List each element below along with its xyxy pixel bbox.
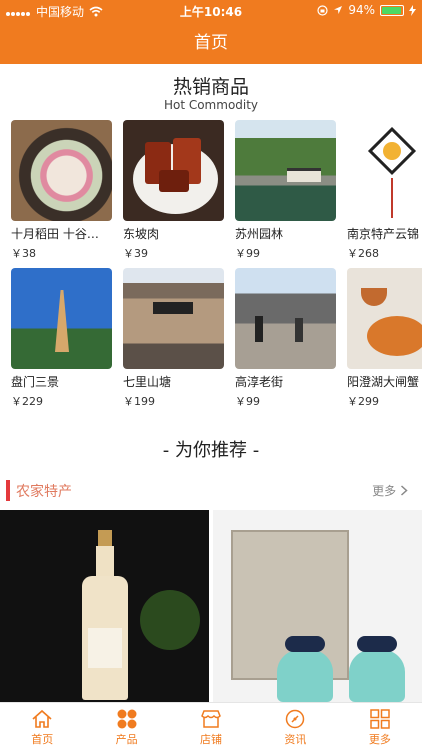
status-bar: 中国移动 上午10:46 94% bbox=[0, 0, 422, 22]
product-price: ￥99 bbox=[235, 395, 260, 408]
orientation-lock-icon bbox=[317, 4, 328, 16]
product-image bbox=[235, 120, 336, 221]
product-card[interactable]: 七里山塘 ￥199 bbox=[123, 268, 224, 408]
product-card[interactable]: 东坡肉 ￥39 bbox=[123, 120, 224, 260]
products-icon bbox=[117, 709, 137, 729]
chevron-right-icon bbox=[400, 485, 408, 496]
home-icon bbox=[32, 709, 52, 728]
more-link[interactable]: 更多 bbox=[372, 482, 408, 499]
category-accent-bar bbox=[6, 480, 10, 501]
hot-section-title: 热销商品 bbox=[172, 76, 249, 98]
tab-news[interactable]: 资讯 bbox=[253, 703, 337, 750]
product-card[interactable]: 高淳老街 ￥99 bbox=[235, 268, 336, 408]
bottle-image bbox=[82, 530, 128, 700]
charging-icon bbox=[409, 4, 416, 16]
product-name: 东坡肉 bbox=[123, 227, 160, 241]
product-card[interactable]: 南京特产云锦 ￥268 bbox=[347, 120, 422, 260]
product-name: 七里山塘 bbox=[123, 375, 172, 389]
hot-section-subtitle: Hot Commodity bbox=[163, 98, 259, 112]
product-name: 苏州园林 bbox=[235, 227, 284, 241]
product-name: 高淳老街 bbox=[235, 375, 284, 389]
tab-label: 资讯 bbox=[284, 733, 307, 746]
product-price: ￥39 bbox=[123, 247, 148, 260]
product-image bbox=[235, 268, 336, 369]
product-card[interactable]: 阳澄湖大闸蟹 ￥299 bbox=[347, 268, 422, 408]
product-image bbox=[11, 268, 112, 369]
product-image bbox=[123, 120, 224, 221]
banner-item[interactable] bbox=[0, 510, 209, 702]
shop-icon bbox=[201, 710, 221, 728]
product-image bbox=[347, 120, 422, 221]
tab-home[interactable]: 首页 bbox=[0, 703, 84, 750]
tab-label: 首页 bbox=[31, 733, 54, 746]
product-card[interactable]: 盘门三景 ￥229 bbox=[11, 268, 112, 408]
product-name: 阳澄湖大闸蟹 bbox=[347, 375, 420, 389]
tab-more[interactable]: 更多 bbox=[338, 703, 422, 750]
product-price: ￥229 bbox=[11, 395, 43, 408]
category-title: 农家特产 bbox=[16, 484, 72, 500]
tab-shop[interactable]: 店铺 bbox=[169, 703, 253, 750]
battery-icon bbox=[380, 4, 404, 16]
location-icon bbox=[334, 6, 343, 14]
banner-item[interactable] bbox=[213, 510, 422, 702]
tab-label: 更多 bbox=[368, 733, 391, 746]
product-name: 南京特产云锦 bbox=[347, 227, 420, 241]
product-price: ￥99 bbox=[235, 247, 260, 260]
product-image bbox=[347, 268, 422, 369]
product-price: ￥199 bbox=[123, 395, 155, 408]
product-price: ￥38 bbox=[11, 247, 36, 260]
tab-products[interactable]: 产品 bbox=[84, 703, 168, 750]
more-grid-icon bbox=[370, 709, 390, 729]
bottom-tab-bar: 首页 产品 店铺 资讯 更多 bbox=[0, 702, 422, 750]
news-icon bbox=[286, 709, 305, 729]
product-card[interactable]: 苏州园林 ￥99 bbox=[235, 120, 336, 260]
more-label: 更多 bbox=[372, 484, 397, 498]
tab-label: 店铺 bbox=[200, 733, 223, 746]
recommend-title: - 为你推荐 - bbox=[162, 440, 260, 461]
product-image bbox=[11, 120, 112, 221]
product-card[interactable]: 十月稻田 十谷… ￥38 bbox=[11, 120, 112, 260]
nav-bar: 首页 bbox=[0, 22, 422, 64]
product-price: ￥299 bbox=[347, 395, 379, 408]
category-header: 农家特产 更多 bbox=[0, 479, 422, 503]
product-image bbox=[123, 268, 224, 369]
product-name: 十月稻田 十谷… bbox=[11, 227, 99, 241]
tab-label: 产品 bbox=[115, 733, 138, 746]
recommend-banner bbox=[0, 510, 422, 702]
hot-products-grid: 十月稻田 十谷… ￥38 东坡肉 ￥39 苏州园林 ￥99 南京特产云锦 ￥26… bbox=[11, 120, 422, 416]
product-price: ￥268 bbox=[347, 247, 379, 260]
product-name: 盘门三景 bbox=[11, 375, 60, 389]
battery-percent: 94% bbox=[348, 3, 375, 17]
page-title: 首页 bbox=[194, 33, 228, 53]
